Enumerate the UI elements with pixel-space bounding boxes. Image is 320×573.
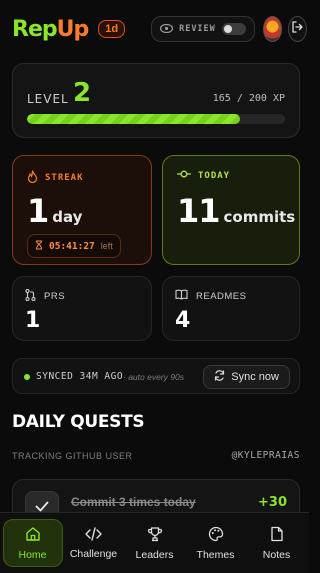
level-card: LEVEL 2 165 / 200 XP	[12, 63, 300, 138]
review-icon	[159, 20, 174, 38]
today-label: TODAY	[198, 170, 231, 181]
hourglass-icon	[35, 237, 43, 255]
prs-label: PRS	[44, 291, 66, 302]
nav-home[interactable]: Home	[2, 519, 63, 567]
app-header: RepUp 1d REVIEW	[12, 12, 307, 46]
prs-value: 1	[25, 308, 41, 333]
palette-icon	[208, 526, 224, 545]
review-toggle-button[interactable]: REVIEW	[151, 16, 255, 42]
avatar[interactable]	[262, 16, 282, 42]
readmes-value: 4	[175, 308, 191, 333]
level-label: LEVEL	[27, 92, 69, 106]
nav-leaders-label: Leaders	[135, 548, 174, 561]
logo-up: Up	[56, 16, 90, 42]
sync-status-bar: SYNCED 34M AGO · auto every 90s Sync now	[12, 358, 300, 394]
note-icon	[270, 526, 284, 545]
nav-leaders[interactable]: Leaders	[125, 519, 185, 567]
timer-suffix: left	[100, 241, 113, 251]
code-icon	[85, 526, 102, 544]
sync-now-label: Sync now	[231, 371, 279, 383]
review-toggle-switch[interactable]	[221, 23, 246, 35]
nav-challenge-label: Challenge	[69, 547, 118, 560]
today-big: 11 commits	[177, 192, 295, 230]
today-value: 11	[177, 192, 221, 230]
nav-themes-label: Themes	[196, 548, 235, 561]
readmes-label: READMES	[196, 290, 247, 302]
nav-home-label: Home	[18, 548, 47, 561]
sync-status-text: SYNCED 34M AGO	[36, 371, 124, 382]
timer-value: 05:41:27	[49, 240, 95, 252]
today-card: TODAY 11 commits	[162, 155, 300, 265]
streak-header: STREAK	[27, 170, 84, 186]
github-handle[interactable]: @KYLEPRAIAS	[232, 450, 300, 461]
xp-progress-bar	[27, 114, 285, 124]
flame-icon	[27, 170, 38, 186]
daily-quests-title: DAILY QUESTS	[12, 412, 145, 432]
day-badge: 1d	[98, 20, 126, 38]
sync-interval-text: · auto every 90s	[123, 372, 184, 382]
nav-notes[interactable]: Notes	[247, 519, 307, 567]
home-icon	[25, 526, 41, 545]
trophy-icon	[147, 526, 163, 545]
logo-rep: Rep	[12, 16, 58, 42]
bottom-nav: Home Challenge Leaders Themes Notes	[0, 512, 309, 573]
sync-now-button[interactable]: Sync now	[203, 365, 290, 389]
streak-label: STREAK	[45, 173, 84, 183]
streak-big: 1 day	[27, 192, 82, 230]
streak-value: 1	[27, 192, 49, 230]
nav-challenge[interactable]: Challenge	[64, 519, 124, 567]
xp-text: 165 / 200 XP	[212, 93, 285, 104]
prs-header: PRS	[25, 288, 66, 304]
quest-xp: +30	[258, 495, 287, 510]
pull-request-icon	[25, 288, 36, 304]
logout-button[interactable]	[287, 16, 307, 42]
streak-unit: day	[52, 208, 83, 226]
nav-themes[interactable]: Themes	[186, 519, 246, 567]
prs-card: PRS 1	[12, 276, 152, 341]
readmes-header: READMES	[175, 289, 246, 303]
review-label: REVIEW	[179, 24, 216, 34]
logout-icon	[291, 20, 304, 38]
refresh-icon	[214, 370, 225, 384]
streak-timer: 05:41:27 left	[27, 234, 121, 258]
today-header: TODAY	[177, 170, 230, 181]
commit-icon	[177, 170, 191, 181]
sync-status-dot	[24, 374, 30, 380]
streak-card: STREAK 1 day 05:41:27 left	[12, 155, 152, 265]
tracking-label: TRACKING GITHUB USER	[12, 451, 133, 461]
today-unit: commits	[223, 208, 296, 226]
level-value: 2	[73, 78, 92, 108]
nav-notes-label: Notes	[262, 548, 291, 561]
readmes-card: READMES 4	[162, 276, 300, 341]
book-icon	[175, 289, 188, 303]
quest-text: Commit 3 times today	[71, 495, 196, 509]
app-logo[interactable]: RepUp	[12, 16, 90, 42]
xp-progress-fill	[27, 114, 240, 124]
